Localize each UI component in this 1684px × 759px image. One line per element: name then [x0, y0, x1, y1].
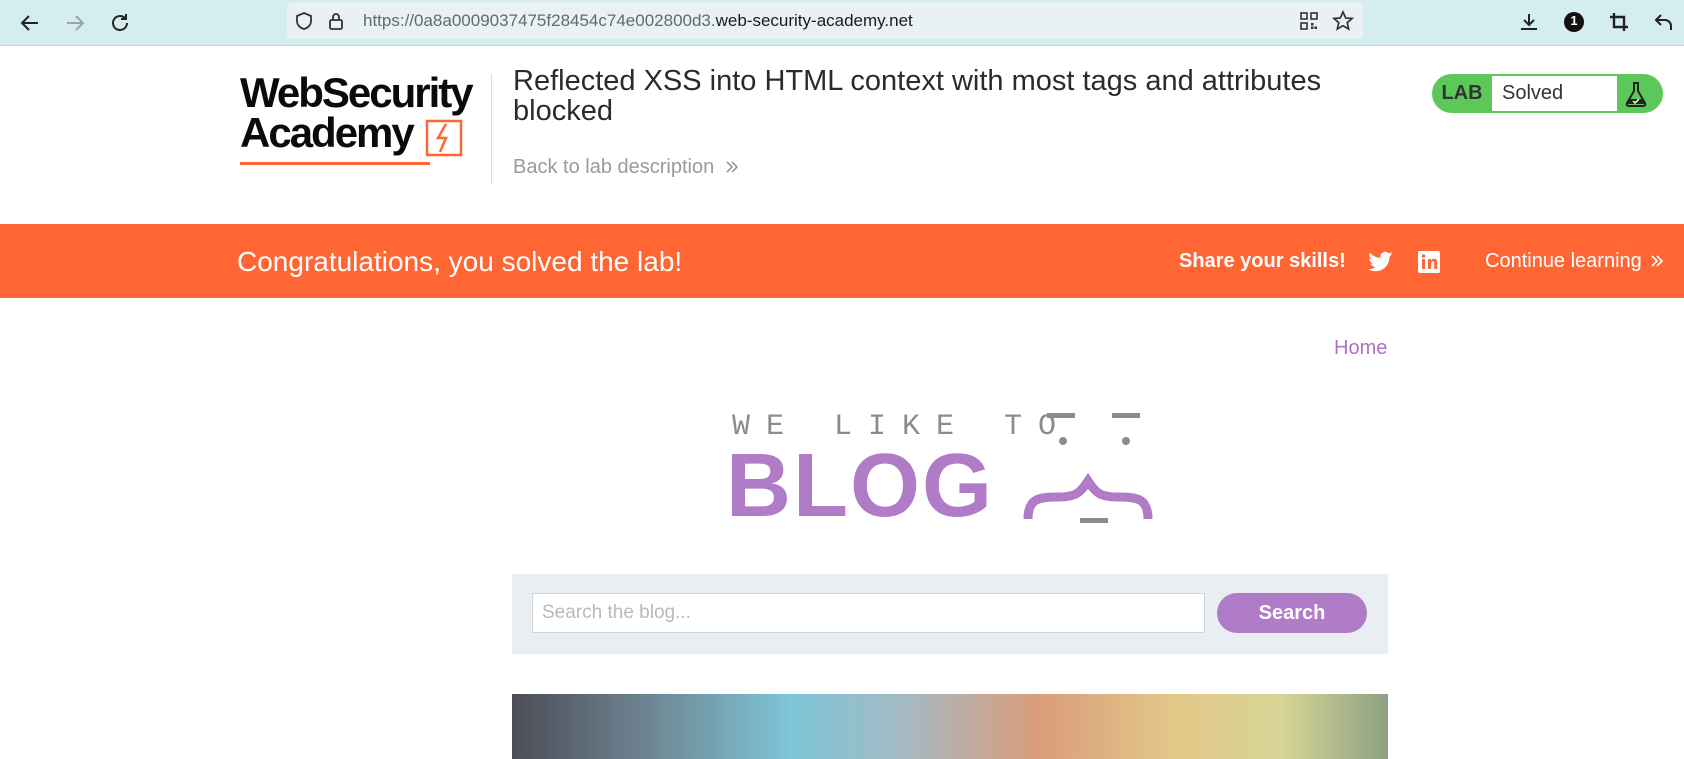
back-to-lab-description-link[interactable]: Back to lab description	[513, 156, 740, 179]
forward-icon	[67, 15, 85, 31]
academy-logo[interactable]: WebSecurity Academy	[240, 72, 490, 172]
forward-button[interactable]	[60, 8, 90, 38]
blog-logo-title: BLOG	[726, 436, 994, 536]
star-icon[interactable]	[1332, 10, 1354, 32]
notification-icon[interactable]: 1	[1560, 8, 1588, 36]
logo-underline	[240, 162, 430, 165]
download-icon[interactable]	[1515, 8, 1543, 36]
status-value: Solved	[1492, 76, 1617, 111]
continue-learning-link[interactable]: Continue learning	[1485, 250, 1665, 273]
url-prefix: https://0a8a0009037475f28454c74e002800d3…	[363, 11, 716, 30]
share-label: Share your skills!	[1179, 250, 1346, 272]
undo-icon[interactable]	[1650, 8, 1678, 36]
lab-status-badge: LAB Solved	[1432, 74, 1663, 113]
double-chevron-icon	[1651, 255, 1664, 267]
twitter-icon[interactable]	[1367, 248, 1395, 276]
blog-logo: WE LIKE TO BLOG	[720, 405, 1180, 535]
address-bar[interactable]: https://0a8a0009037475f28454c74e002800d3…	[287, 2, 1363, 39]
solved-banner: Congratulations, you solved the lab! Sha…	[0, 224, 1684, 298]
search-button[interactable]: Search	[1217, 593, 1367, 633]
header-divider	[491, 74, 492, 184]
search-form: Search	[512, 574, 1388, 654]
url-domain: web-security-academy.net	[715, 11, 913, 30]
logo-line-2: Academy	[240, 109, 415, 156]
congratulations-message: Congratulations, you solved the lab!	[237, 246, 683, 277]
lab-title: Reflected XSS into HTML context with mos…	[513, 65, 1322, 127]
qr-code-icon[interactable]	[1298, 10, 1320, 32]
home-nav-link[interactable]: Home	[1334, 337, 1387, 360]
double-chevron-icon	[726, 161, 738, 173]
notification-count: 1	[1570, 13, 1578, 28]
flask-icon	[1622, 80, 1650, 108]
blog-face-icon	[1023, 413, 1153, 523]
browser-toolbar: https://0a8a0009037475f28454c74e002800d3…	[0, 0, 1684, 46]
lab-header: WebSecurity Academy Reflected XSS into H…	[0, 46, 1684, 224]
logo-line-1: WebSecurity	[240, 69, 474, 116]
lock-icon[interactable]	[325, 10, 347, 32]
reload-button[interactable]	[105, 8, 135, 38]
blog-post-image[interactable]	[512, 694, 1388, 759]
crop-icon[interactable]	[1605, 8, 1633, 36]
reload-icon	[112, 14, 128, 31]
back-icon	[20, 15, 38, 31]
logo-lightning-icon	[425, 119, 463, 157]
url-text[interactable]: https://0a8a0009037475f28454c74e002800d3…	[363, 11, 913, 31]
back-link-label: Back to lab description	[513, 156, 715, 178]
linkedin-icon[interactable]	[1415, 248, 1443, 276]
status-label: LAB	[1441, 82, 1483, 104]
search-input[interactable]	[532, 593, 1205, 633]
continue-learning-label: Continue learning	[1485, 250, 1642, 272]
back-button[interactable]	[15, 8, 45, 38]
shield-icon[interactable]	[293, 10, 315, 32]
